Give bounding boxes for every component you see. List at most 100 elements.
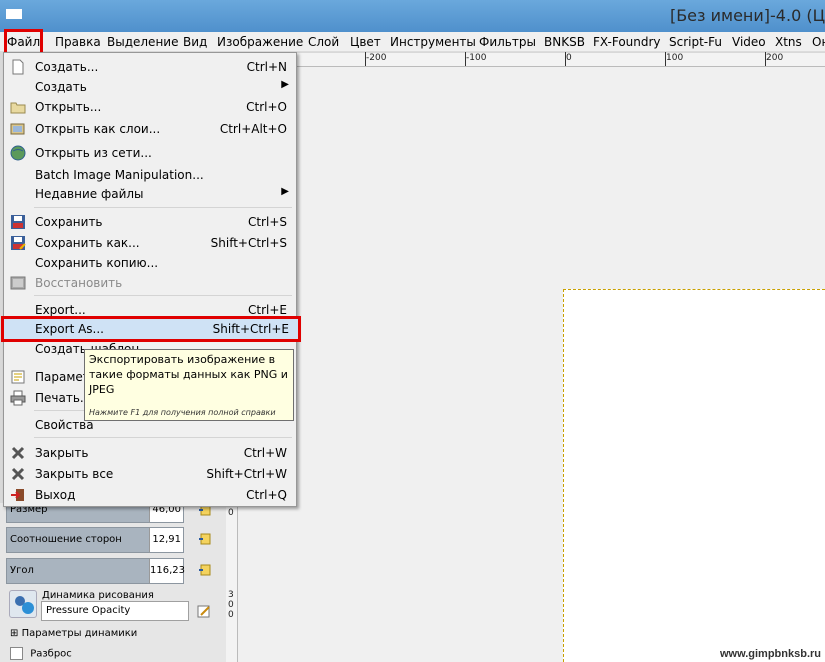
menu-item-shortcut: Ctrl+Q bbox=[246, 488, 287, 502]
submenu-arrow-icon: ▶ bbox=[281, 79, 289, 90]
menu-separator bbox=[34, 295, 292, 296]
dynamics-label: Динамика рисования bbox=[42, 590, 154, 601]
menu-item-create[interactable]: Создать ▶ bbox=[4, 77, 296, 97]
menu-bnksb[interactable]: BNKSB bbox=[544, 32, 585, 52]
menu-separator bbox=[34, 437, 292, 438]
menu-item-label: Сохранить копию... bbox=[35, 256, 159, 270]
new-file-icon bbox=[12, 59, 24, 75]
ruler-label: -100 bbox=[466, 53, 487, 63]
menu-script-fu[interactable]: Script-Fu bbox=[669, 32, 722, 52]
menu-video[interactable]: Video bbox=[732, 32, 766, 52]
menu-item-label: Export... bbox=[35, 303, 86, 317]
aspect-label: Соотношение сторон bbox=[10, 534, 122, 545]
open-as-layers-icon bbox=[10, 123, 25, 135]
submenu-arrow-icon: ▶ bbox=[281, 186, 289, 197]
window-title: [Без имени]-4.0 (Ц bbox=[669, 6, 825, 25]
menu-windows[interactable]: Он bbox=[812, 32, 825, 52]
horizontal-ruler[interactable]: -200 -100 0 100 200 bbox=[296, 52, 825, 67]
ruler-tick bbox=[365, 52, 366, 66]
menu-item-open-as-layers[interactable]: Открыть как слои... Ctrl+Alt+O bbox=[4, 119, 296, 139]
menu-filters[interactable]: Фильтры bbox=[479, 32, 536, 52]
expand-plus-icon: ⊞ bbox=[10, 628, 19, 639]
menu-item-label: Недавние файлы bbox=[35, 187, 144, 201]
menu-item-open-location[interactable]: Открыть из сети... bbox=[4, 143, 296, 163]
vertical-ruler[interactable]: 0 3 0 0 bbox=[226, 503, 238, 662]
menu-item-label: Выход bbox=[35, 488, 76, 502]
menu-select[interactable]: Выделение bbox=[107, 32, 178, 52]
save-as-icon bbox=[11, 236, 26, 250]
menu-file[interactable]: Файл bbox=[3, 29, 44, 55]
menu-item-save[interactable]: Сохранить Ctrl+S bbox=[4, 212, 296, 232]
menu-layer[interactable]: Слой bbox=[308, 32, 339, 52]
scatter-option[interactable]: Разброс bbox=[10, 647, 72, 660]
menu-item-label: Сохранить bbox=[35, 215, 103, 229]
ruler-label: 200 bbox=[766, 53, 784, 63]
menu-colors[interactable]: Цвет bbox=[350, 32, 381, 52]
menu-image[interactable]: Изображение bbox=[217, 32, 303, 52]
menu-item-save-as[interactable]: Сохранить как... Shift+Ctrl+S bbox=[4, 233, 296, 253]
menu-item-shortcut: Shift+Ctrl+S bbox=[210, 236, 287, 250]
menu-item-recent[interactable]: Недавние файлы ▶ bbox=[4, 184, 296, 204]
angle-value[interactable]: 116,23 bbox=[149, 559, 185, 583]
aspect-ratio-slider[interactable]: Соотношение сторон 12,91 bbox=[6, 527, 184, 553]
menu-item-open[interactable]: Открыть... Ctrl+O bbox=[4, 97, 296, 117]
menu-item-close[interactable]: Закрыть Ctrl+W bbox=[4, 443, 296, 463]
aspect-value[interactable]: 12,91 bbox=[149, 528, 183, 552]
reset-aspect-icon[interactable] bbox=[197, 531, 213, 547]
page-setup-icon bbox=[11, 370, 25, 384]
dynamics-field[interactable]: Pressure Opacity bbox=[41, 601, 189, 621]
menu-item-shortcut: Ctrl+S bbox=[247, 215, 287, 229]
ruler-tick bbox=[765, 52, 766, 66]
menu-item-export-as[interactable]: Export As... Shift+Ctrl+E bbox=[1, 316, 301, 342]
menu-item-label: Создать... bbox=[35, 60, 99, 74]
menu-view[interactable]: Вид bbox=[183, 32, 207, 52]
menu-item-quit[interactable]: Выход Ctrl+Q bbox=[4, 485, 296, 505]
menu-xtns[interactable]: Xtns bbox=[775, 32, 802, 52]
menu-item-shortcut: Shift+Ctrl+W bbox=[206, 467, 287, 481]
menu-item-label: Закрыть все bbox=[35, 467, 114, 481]
globe-icon bbox=[10, 145, 26, 161]
ruler-label: -200 bbox=[366, 53, 387, 63]
reset-angle-icon[interactable] bbox=[197, 562, 213, 578]
ruler-tick bbox=[565, 52, 566, 66]
save-icon bbox=[11, 215, 25, 229]
scatter-checkbox[interactable] bbox=[10, 647, 23, 660]
menu-item-export[interactable]: Export... Ctrl+E bbox=[4, 300, 296, 320]
close-all-icon bbox=[11, 467, 25, 481]
revert-icon bbox=[10, 276, 26, 290]
ruler-tick bbox=[665, 52, 666, 66]
menu-item-save-copy[interactable]: Сохранить копию... bbox=[4, 253, 296, 273]
ruler-label: 100 bbox=[666, 53, 684, 63]
menu-item-shortcut: Ctrl+Alt+O bbox=[219, 122, 287, 136]
menubar: Файл Правка Выделение Вид Изображение Сл… bbox=[0, 29, 825, 55]
file-menu-dropdown: Создать... Ctrl+N Создать ▶ Открыть... C… bbox=[1, 52, 301, 507]
menu-item-label: Создать bbox=[35, 80, 87, 94]
menu-item-close-all[interactable]: Закрыть все Shift+Ctrl+W bbox=[4, 464, 296, 484]
ruler-label: 0 bbox=[228, 508, 234, 518]
tooltip-hint: Нажмите F1 для получения полной справки bbox=[89, 408, 276, 417]
app-icon bbox=[6, 9, 22, 19]
menu-item-label: Открыть из сети... bbox=[35, 146, 152, 160]
export-as-tooltip: Экспортировать изображение в такие форма… bbox=[84, 349, 294, 421]
menu-item-shortcut: Ctrl+E bbox=[248, 303, 287, 317]
watermark: www.gimpbnksb.ru bbox=[719, 648, 821, 660]
menu-edit[interactable]: Правка bbox=[55, 32, 101, 52]
menu-tools[interactable]: Инструменты bbox=[390, 32, 476, 52]
menu-item-label: Печать... bbox=[35, 391, 92, 405]
dynamics-icon[interactable] bbox=[9, 590, 37, 618]
angle-slider[interactable]: Угол 116,23 bbox=[6, 558, 185, 584]
ruler-label: 0 bbox=[228, 610, 234, 620]
menu-item-shortcut: Ctrl+O bbox=[246, 100, 287, 114]
menu-item-label: Сохранить как... bbox=[35, 236, 140, 250]
image-canvas[interactable]: www.gimpbnksb.ru bbox=[563, 289, 825, 662]
menu-item-batch[interactable]: Batch Image Manipulation... bbox=[4, 165, 296, 185]
printer-icon bbox=[10, 390, 26, 406]
edit-dynamics-icon[interactable] bbox=[196, 603, 212, 619]
dynamics-options-expander[interactable]: ⊞ Параметры динамики bbox=[10, 628, 137, 639]
menu-item-shortcut: Ctrl+N bbox=[246, 60, 287, 74]
menu-fx-foundry[interactable]: FX-Foundry bbox=[593, 32, 661, 52]
menu-item-shortcut: Shift+Ctrl+E bbox=[212, 322, 289, 336]
menu-item-label: Export As... bbox=[35, 322, 104, 336]
angle-label: Угол bbox=[10, 565, 34, 576]
menu-item-new[interactable]: Создать... Ctrl+N bbox=[4, 57, 296, 77]
